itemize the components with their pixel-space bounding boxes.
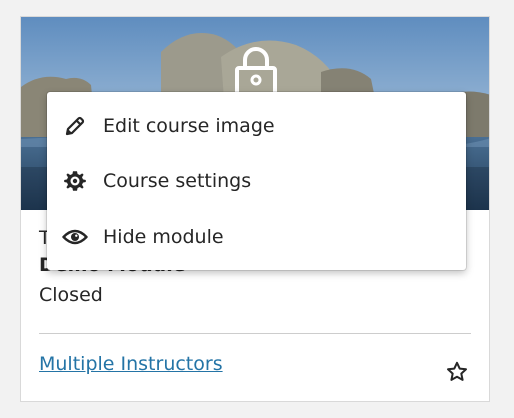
divider	[39, 333, 471, 334]
instructors-link[interactable]: Multiple Instructors	[39, 353, 223, 375]
menu-item-edit-course-image[interactable]: Edit course image	[47, 98, 466, 154]
star-outline-icon	[447, 361, 467, 381]
favorite-button[interactable]	[443, 358, 471, 386]
lock-icon	[233, 46, 279, 98]
menu-item-hide-module[interactable]: Hide module	[47, 209, 466, 265]
menu-item-label: Edit course image	[103, 115, 275, 137]
menu-item-course-settings[interactable]: Course settings	[47, 153, 466, 209]
menu-item-label: Hide module	[103, 226, 224, 248]
eye-icon	[62, 224, 88, 250]
pencil-icon	[62, 113, 88, 139]
course-options-menu: Edit course image Course settings Hide m…	[47, 92, 466, 270]
gear-icon	[62, 168, 88, 194]
course-status: Closed	[39, 284, 103, 306]
menu-item-label: Course settings	[103, 170, 252, 192]
